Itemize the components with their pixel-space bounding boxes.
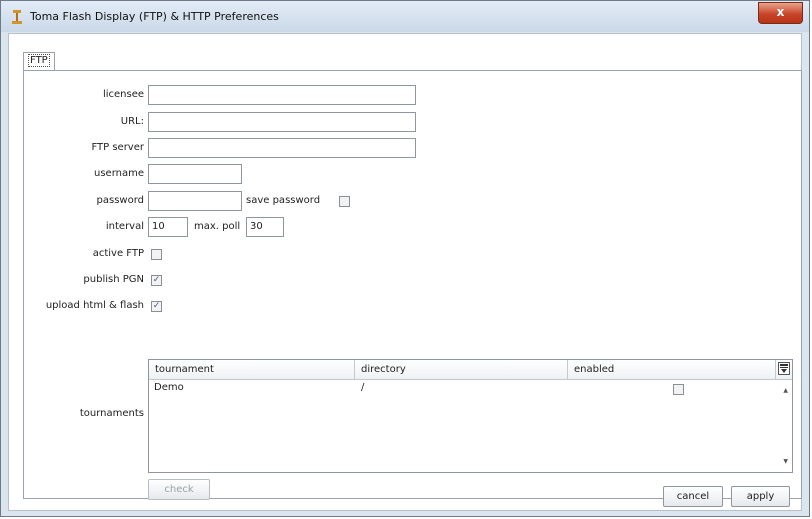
url-input[interactable]: [148, 112, 416, 132]
upload-label: upload html & flash: [45, 300, 144, 311]
tab-ftp[interactable]: FTP: [23, 52, 55, 70]
password-input[interactable]: [148, 191, 242, 211]
save-password-checkbox[interactable]: [339, 196, 350, 207]
save-password-label: save password: [246, 195, 321, 206]
cancel-button[interactable]: cancel: [663, 486, 723, 507]
apply-button[interactable]: apply: [731, 486, 790, 507]
close-button[interactable]: x: [758, 2, 803, 24]
ftp-server-input[interactable]: [148, 138, 416, 158]
window-title: Toma Flash Display (FTP) & HTTP Preferen…: [30, 10, 279, 23]
ftp-panel: licensee URL: FTP server username passwo…: [23, 70, 802, 500]
licensee-label: licensee: [102, 89, 144, 100]
tournaments-table: tournament directory enabled Demo / ▲ ▼: [148, 359, 793, 473]
table-header: tournament directory enabled: [149, 360, 792, 380]
tournaments-label: tournaments: [79, 408, 144, 419]
publish-pgn-label: publish PGN: [83, 274, 144, 285]
check-button[interactable]: check: [148, 479, 210, 500]
active-ftp-label: active FTP: [92, 248, 144, 259]
title-bar[interactable]: Toma Flash Display (FTP) & HTTP Preferen…: [1, 1, 809, 32]
ftp-server-label: FTP server: [91, 142, 144, 153]
tab-ftp-label: FTP: [28, 54, 50, 67]
max-poll-input[interactable]: 30: [246, 217, 284, 237]
interval-input[interactable]: 10: [148, 217, 188, 237]
column-chooser-icon[interactable]: [778, 362, 790, 375]
table-cell-tournament[interactable]: Demo: [154, 381, 184, 395]
column-header-tournament[interactable]: tournament: [149, 360, 355, 379]
checkmark-icon: ✓: [152, 275, 161, 285]
table-cell-enabled-checkbox[interactable]: [673, 384, 684, 395]
password-label: password: [96, 195, 144, 206]
licensee-input[interactable]: [148, 85, 416, 105]
active-ftp-checkbox[interactable]: [151, 249, 162, 260]
username-label: username: [94, 168, 144, 179]
app-icon: [12, 10, 22, 24]
upload-checkbox[interactable]: ✓: [151, 301, 162, 312]
scroll-up-arrow-icon[interactable]: ▲: [783, 387, 788, 394]
column-header-enabled[interactable]: enabled: [568, 360, 776, 379]
url-label: URL:: [120, 116, 144, 127]
table-cell-directory[interactable]: /: [361, 381, 364, 395]
scroll-down-arrow-icon[interactable]: ▼: [783, 458, 788, 465]
checkmark-icon: ✓: [152, 301, 161, 311]
column-header-directory[interactable]: directory: [355, 360, 568, 379]
dialog-body: FTP licensee URL: FTP server username pa…: [8, 33, 802, 511]
interval-label: interval: [105, 221, 144, 232]
max-poll-label: max. poll: [194, 221, 241, 232]
username-input[interactable]: [148, 164, 242, 184]
preferences-window: Toma Flash Display (FTP) & HTTP Preferen…: [0, 0, 810, 517]
publish-pgn-checkbox[interactable]: ✓: [151, 275, 162, 286]
